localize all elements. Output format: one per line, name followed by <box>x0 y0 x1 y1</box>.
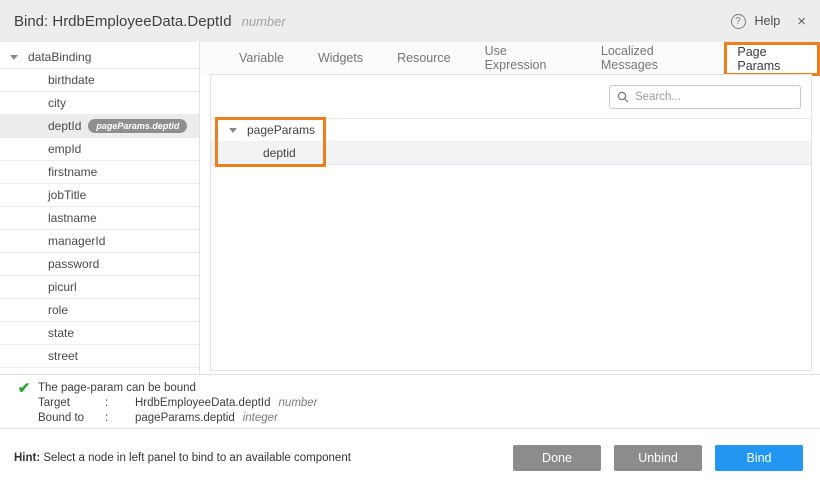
data-binding-tree: dataBinding birthdate city deptId pagePa… <box>0 42 200 374</box>
caret-down-icon <box>10 55 18 60</box>
tree-node-label: empId <box>48 142 81 156</box>
status-bound-row: Bound to:pageParams.deptid integer <box>38 411 318 426</box>
param-node-label: deptid <box>263 146 296 160</box>
tree-node-picurl[interactable]: picurl <box>0 276 199 299</box>
tab-use-expression[interactable]: Use Expression <box>468 42 584 74</box>
tree-node-firstname[interactable]: firstname <box>0 161 199 184</box>
param-node-label: pageParams <box>247 123 315 137</box>
param-node-deptid[interactable]: deptid <box>211 142 811 165</box>
hint-label: Hint: <box>14 452 40 464</box>
close-icon[interactable]: × <box>797 13 806 30</box>
binding-status: ✔ The page-param can be bound Target:Hrd… <box>0 374 820 428</box>
hint-text: Hint: Select a node in left panel to bin… <box>14 452 351 464</box>
bind-button[interactable]: Bind <box>715 445 803 471</box>
tree-node-label: password <box>48 257 99 271</box>
tab-strip: Variable Widgets Resource Use Expression… <box>200 42 820 74</box>
search-box[interactable] <box>609 85 801 109</box>
colon: : <box>105 396 135 411</box>
tree-node-label: dataBinding <box>28 50 91 64</box>
bound-type: integer <box>243 412 278 424</box>
tree-node-label: managerId <box>48 234 105 248</box>
tree-node-label: deptId <box>48 119 81 133</box>
caret-down-icon <box>229 128 237 133</box>
tab-variable[interactable]: Variable <box>222 42 301 74</box>
tree-node-label: picurl <box>48 280 77 294</box>
target-value: HrdbEmployeeData.deptId <box>135 397 271 409</box>
hint-body: Select a node in left panel to bind to a… <box>40 452 351 464</box>
tree-node-label: firstname <box>48 165 97 179</box>
target-type: number <box>279 397 318 409</box>
tree-node-label: role <box>48 303 68 317</box>
tab-resource[interactable]: Resource <box>380 42 468 74</box>
page-params-tree: pageParams deptid <box>211 119 811 165</box>
target-label: Target <box>38 396 105 411</box>
status-message: The page-param can be bound <box>38 381 318 396</box>
param-node-pageparams[interactable]: pageParams <box>211 119 811 142</box>
tree-node-birthdate[interactable]: birthdate <box>0 69 199 92</box>
bound-label: Bound to <box>38 411 105 426</box>
tree-node-password[interactable]: password <box>0 253 199 276</box>
help-icon[interactable]: ? <box>731 14 746 29</box>
unbind-button[interactable]: Unbind <box>614 445 702 471</box>
tree-node-empid[interactable]: empId <box>0 138 199 161</box>
dialog-header: Bind: HrdbEmployeeData.DeptId number ? H… <box>0 0 820 42</box>
search-icon <box>617 91 629 103</box>
help-link[interactable]: Help <box>755 14 781 28</box>
annotation-highlight-tab: Page Params <box>724 42 820 76</box>
colon: : <box>105 411 135 426</box>
tree-node-label: jobTitle <box>48 188 86 202</box>
search-input[interactable] <box>635 91 793 103</box>
page-params-panel: pageParams deptid <box>210 74 812 371</box>
tree-node-city[interactable]: city <box>0 92 199 115</box>
tree-node-deptid[interactable]: deptId pageParams.deptid <box>0 115 199 138</box>
tree-node-managerid[interactable]: managerId <box>0 230 199 253</box>
tab-page-params[interactable]: Page Params <box>724 42 820 74</box>
done-button[interactable]: Done <box>513 445 601 471</box>
tree-node-label: state <box>48 326 74 340</box>
tab-widgets[interactable]: Widgets <box>301 42 380 74</box>
binding-source-panel: Variable Widgets Resource Use Expression… <box>200 42 820 374</box>
tree-node-lastname[interactable]: lastname <box>0 207 199 230</box>
tree-node-jobtitle[interactable]: jobTitle <box>0 184 199 207</box>
bind-dialog: Bind: HrdbEmployeeData.DeptId number ? H… <box>0 0 820 487</box>
dialog-footer: Hint: Select a node in left panel to bin… <box>0 428 820 487</box>
tree-node-street[interactable]: street <box>0 345 199 368</box>
tab-localized-messages[interactable]: Localized Messages <box>584 42 724 74</box>
tree-node-role[interactable]: role <box>0 299 199 322</box>
status-target-row: Target:HrdbEmployeeData.deptId number <box>38 396 318 411</box>
tree-node-label: lastname <box>48 211 97 225</box>
dialog-title-type-hint: number <box>242 14 286 29</box>
tree-node-label: street <box>48 349 78 363</box>
tree-node-state[interactable]: state <box>0 322 199 345</box>
success-check-icon: ✔ <box>10 381 38 428</box>
dialog-title: Bind: HrdbEmployeeData.DeptId <box>14 13 232 30</box>
search-section <box>211 75 811 119</box>
bound-value: pageParams.deptid <box>135 412 235 424</box>
dialog-body: dataBinding birthdate city deptId pagePa… <box>0 42 820 374</box>
binding-badge: pageParams.deptid <box>88 119 187 133</box>
tree-node-databinding[interactable]: dataBinding <box>0 46 199 69</box>
tree-node-label: city <box>48 96 66 110</box>
tree-node-label: birthdate <box>48 73 95 87</box>
